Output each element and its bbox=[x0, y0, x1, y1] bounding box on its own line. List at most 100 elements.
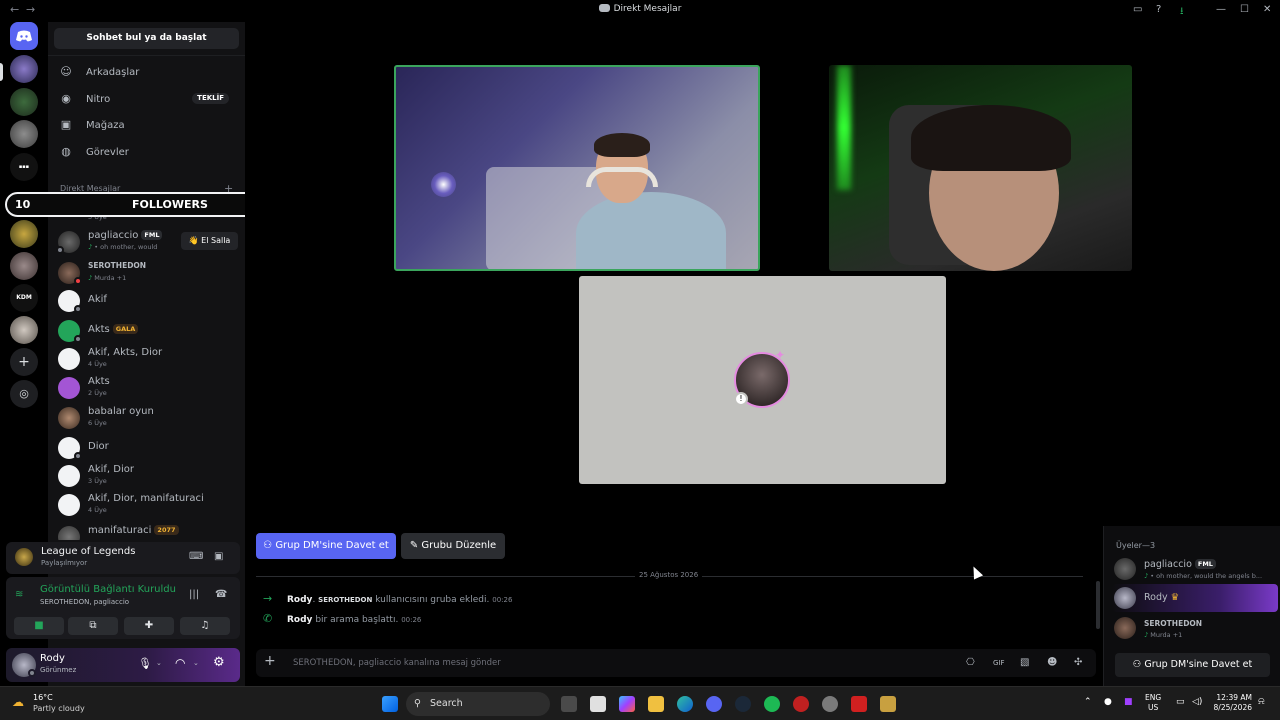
dm-name: babalar oyun bbox=[88, 406, 154, 417]
chevron-down-icon[interactable]: ⌄ bbox=[156, 659, 162, 667]
chevron-down-icon[interactable]: ⌄ bbox=[193, 659, 199, 667]
league-icon[interactable] bbox=[880, 696, 896, 712]
message-composer[interactable]: + SEROTHEDON, pagliaccio kanalına mesaj … bbox=[256, 649, 1096, 677]
apps-icon[interactable]: ✣ bbox=[1074, 657, 1082, 668]
gamepad-icon[interactable]: ⌨ bbox=[189, 551, 203, 562]
voice-channel[interactable]: SEROTHEDON, pagliaccio bbox=[40, 598, 129, 606]
nav-item-friends[interactable]: ☺ Arkadaşlar bbox=[54, 60, 239, 84]
video-tile[interactable] bbox=[394, 65, 760, 271]
server-icon[interactable] bbox=[10, 120, 38, 148]
server-icon[interactable] bbox=[10, 220, 38, 248]
add-server-icon[interactable]: + bbox=[10, 348, 38, 376]
camera-button[interactable]: ■ bbox=[14, 617, 64, 635]
dm-item-group[interactable]: Akif, Dior, manifaturaci 4 Üye bbox=[54, 490, 239, 518]
soundboard-button[interactable]: ♫ bbox=[180, 617, 230, 635]
discord-taskbar-icon[interactable] bbox=[706, 696, 722, 712]
server-icon[interactable] bbox=[10, 316, 38, 344]
windows-start-icon[interactable] bbox=[382, 696, 398, 712]
server-icon[interactable]: ▪▪▪ bbox=[10, 153, 38, 181]
video-tile[interactable] bbox=[829, 65, 1132, 271]
volume-icon[interactable]: ◁) bbox=[1192, 697, 1202, 707]
tray-icon[interactable]: ■ bbox=[1124, 697, 1133, 707]
spotify-icon[interactable] bbox=[764, 696, 780, 712]
headphones-icon[interactable]: ◠ bbox=[175, 656, 185, 670]
notification-icon[interactable]: ⍾ bbox=[1258, 696, 1265, 707]
server-icon[interactable] bbox=[10, 55, 38, 83]
dm-item-group[interactable]: Akts 2 Üye bbox=[54, 373, 239, 401]
download-icon[interactable]: ⭳ bbox=[1180, 4, 1184, 21]
network-icon[interactable]: ▭ bbox=[1176, 697, 1185, 707]
dm-item-group[interactable]: Akif, Akts, Dior 4 Üye bbox=[54, 344, 239, 372]
dm-item-group[interactable]: Akif, Dior 3 Üye bbox=[54, 461, 239, 489]
plus-icon[interactable]: + bbox=[264, 653, 276, 669]
close-icon[interactable]: ✕ bbox=[1263, 4, 1271, 15]
dm-item-serothedon[interactable]: SEROTHEDON ♪ Murda +1 bbox=[54, 258, 239, 286]
member-item-rody[interactable]: Rody ♛ bbox=[1112, 584, 1278, 612]
dm-item-dior[interactable]: Dior bbox=[54, 433, 239, 461]
stream-icon[interactable]: ▣ bbox=[214, 551, 223, 562]
user-panel: Rody Görünmez 🎙 ⌄ ◠ ⌄ ⚙ bbox=[6, 648, 240, 682]
server-icon[interactable]: KDM bbox=[10, 284, 38, 312]
file-explorer-icon[interactable] bbox=[648, 696, 664, 712]
copilot-icon[interactable] bbox=[619, 696, 635, 712]
activities-button[interactable]: ✚ bbox=[124, 617, 174, 635]
gif-icon[interactable]: GIF bbox=[993, 659, 1005, 667]
language-indicator[interactable]: ENG US bbox=[1145, 693, 1161, 713]
find-conversation-button[interactable]: Sohbet bul ya da başlat bbox=[54, 28, 239, 49]
inbox-icon[interactable]: ▭ bbox=[1133, 4, 1142, 15]
voice-status[interactable]: Görüntülü Bağlantı Kuruldu bbox=[40, 584, 176, 595]
nav-item-shop[interactable]: ▣ Mağaza bbox=[54, 113, 239, 137]
wave-button[interactable]: 👋 El Salla bbox=[181, 232, 238, 250]
gear-icon[interactable]: ⚙ bbox=[213, 655, 225, 670]
riot-icon[interactable] bbox=[793, 696, 809, 712]
chat-area: ⚇ Grup DM'sine Davet et ✎ Grubu Düzenle … bbox=[245, 526, 1103, 686]
noise-suppression-icon[interactable]: ||| bbox=[189, 589, 199, 600]
scrollbar[interactable] bbox=[1096, 581, 1100, 629]
nav-item-nitro[interactable]: ◉ Nitro TEKLİF bbox=[54, 87, 239, 111]
member-item-serothedon[interactable]: SEROTHEDON ♪ Murda +1 bbox=[1112, 614, 1278, 642]
disconnect-icon[interactable]: ☎ bbox=[215, 589, 227, 600]
member-item-pagliaccio[interactable]: pagliaccio FML ♪ • oh mother, would the a… bbox=[1112, 555, 1278, 583]
screenshare-button[interactable]: ⧉ bbox=[68, 617, 118, 635]
discover-icon[interactable]: ◎ bbox=[10, 380, 38, 408]
dm-item-group[interactable]: babalar oyun 6 Üye bbox=[54, 403, 239, 431]
home-button[interactable] bbox=[10, 22, 38, 50]
guild-tag: FML bbox=[141, 230, 163, 240]
microphone-icon[interactable]: 🎙 bbox=[138, 657, 152, 670]
username[interactable]: Rody bbox=[40, 653, 65, 664]
dm-item-akts[interactable]: Akts GALA bbox=[54, 316, 239, 344]
edge-icon[interactable] bbox=[677, 696, 693, 712]
weather-desc[interactable]: Partly cloudy bbox=[33, 704, 85, 713]
avatar-tile[interactable]: ! ✦ bbox=[579, 276, 946, 484]
system-message: → Rody. SEROTHEDON kullanıcısını gruba ek… bbox=[263, 592, 513, 605]
edit-group-button[interactable]: ✎ Grubu Düzenle bbox=[401, 533, 505, 559]
dm-item-manifaturaci[interactable]: manifaturaci 2077 bbox=[54, 522, 239, 540]
weather-icon[interactable]: ☁ bbox=[12, 695, 24, 709]
dm-item-pagliaccio[interactable]: pagliaccio FML ♪ • oh mother, would 👋 El … bbox=[54, 227, 239, 255]
server-icon[interactable] bbox=[10, 88, 38, 116]
nav-item-quests[interactable]: ◍ Görevler bbox=[54, 140, 239, 164]
chevron-up-icon[interactable]: ⌃ bbox=[1084, 697, 1092, 707]
app-icon[interactable] bbox=[822, 696, 838, 712]
minimize-icon[interactable]: — bbox=[1216, 4, 1226, 15]
message-input[interactable]: SEROTHEDON, pagliaccio kanalına mesaj gö… bbox=[293, 658, 501, 668]
steam-icon[interactable] bbox=[735, 696, 751, 712]
app-icon[interactable] bbox=[851, 696, 867, 712]
tray-icon[interactable]: ● bbox=[1104, 697, 1112, 707]
sticker-icon[interactable]: ▧ bbox=[1020, 657, 1029, 668]
app-icon[interactable] bbox=[590, 696, 606, 712]
dm-item-akif[interactable]: Akif bbox=[54, 286, 239, 314]
invite-to-group-button[interactable]: ⚇ Grup DM'sine Davet et bbox=[1115, 653, 1270, 677]
maximize-icon[interactable]: ☐ bbox=[1240, 4, 1249, 15]
help-icon[interactable]: ? bbox=[1156, 4, 1161, 15]
dm-icon bbox=[598, 4, 610, 12]
gift-icon[interactable]: ⎔ bbox=[966, 657, 975, 668]
avatar bbox=[58, 465, 80, 487]
task-view-icon[interactable] bbox=[561, 696, 577, 712]
taskbar-search[interactable]: ⚲ Search bbox=[406, 692, 550, 716]
emoji-icon[interactable]: ☻ bbox=[1047, 657, 1057, 668]
clock[interactable]: 12:39 AM 8/25/2026 bbox=[1212, 693, 1252, 713]
invite-to-group-button[interactable]: ⚇ Grup DM'sine Davet et bbox=[256, 533, 396, 559]
server-icon[interactable] bbox=[10, 252, 38, 280]
weather-temp[interactable]: 16°C bbox=[33, 693, 53, 702]
